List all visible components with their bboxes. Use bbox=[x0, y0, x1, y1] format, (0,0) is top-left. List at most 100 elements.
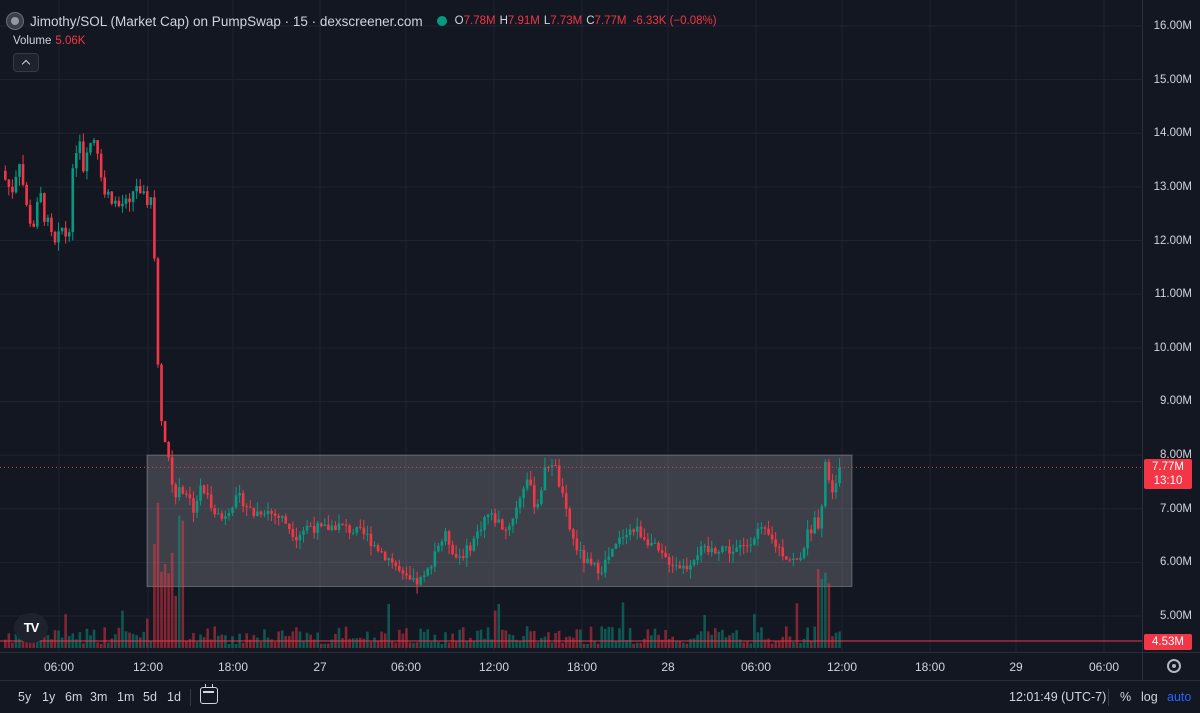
candle-body bbox=[440, 541, 444, 546]
candle-body bbox=[405, 573, 408, 576]
tradingview-logo[interactable]: TV bbox=[14, 613, 48, 643]
volume-bar bbox=[745, 640, 749, 648]
volume-bar bbox=[802, 638, 806, 648]
candle-body bbox=[35, 201, 39, 227]
range-button-1d[interactable]: 1d bbox=[167, 690, 181, 704]
candle-body bbox=[256, 511, 259, 516]
range-button-5y[interactable]: 5y bbox=[18, 690, 31, 704]
volume-bar bbox=[305, 632, 309, 648]
candle-body bbox=[170, 457, 174, 485]
volume-bar bbox=[11, 642, 14, 648]
price-tick-label: 15.00M bbox=[1153, 73, 1192, 86]
candle-body bbox=[202, 485, 206, 494]
chart-area[interactable] bbox=[0, 0, 1142, 652]
volume-bar bbox=[518, 641, 522, 648]
gear-icon[interactable] bbox=[1167, 659, 1181, 673]
range-button-3m[interactable]: 3m bbox=[90, 690, 107, 704]
candlestick-chart[interactable] bbox=[0, 0, 1142, 652]
candle-body bbox=[490, 513, 493, 515]
candle-body bbox=[185, 493, 188, 495]
volume-bar bbox=[124, 631, 128, 648]
volume-bar bbox=[461, 627, 465, 648]
volume-bar bbox=[302, 640, 305, 648]
volume-bar bbox=[273, 642, 277, 648]
candle-body bbox=[277, 515, 280, 518]
range-button-5d[interactable]: 5d bbox=[143, 690, 157, 704]
volume-bar bbox=[614, 640, 618, 648]
collapse-legend-button[interactable] bbox=[13, 53, 39, 72]
log-scale-button[interactable]: log bbox=[1141, 690, 1158, 704]
volume-bar bbox=[550, 642, 554, 648]
candle-body bbox=[64, 227, 67, 237]
calendar-icon[interactable] bbox=[200, 684, 218, 704]
volume-legend-value: 5.06K bbox=[55, 35, 86, 47]
range-button-6m[interactable]: 6m bbox=[65, 690, 82, 704]
candle-body bbox=[231, 507, 234, 514]
candle-body bbox=[678, 565, 682, 569]
volume-bar bbox=[398, 629, 401, 648]
volume-bar bbox=[430, 641, 433, 648]
candle-body bbox=[469, 545, 472, 551]
price-tick-label: 16.00M bbox=[1153, 20, 1192, 32]
volume-bar bbox=[227, 643, 231, 648]
candle-body bbox=[89, 143, 92, 153]
price-axis[interactable]: 16.00M 15.00M 14.00M 13.00M 12.00M 11.00M 10.0… bbox=[1142, 0, 1200, 652]
price-tick-label: 13.00M bbox=[1153, 180, 1192, 193]
volume-bar bbox=[756, 632, 760, 648]
volume-bar bbox=[504, 630, 508, 648]
symbol-title[interactable]: Jimothy/SOL (Market Cap) on PumpSwap · 1… bbox=[30, 14, 423, 29]
volume-bar bbox=[170, 552, 174, 648]
auto-scale-button[interactable]: auto bbox=[1167, 690, 1191, 704]
candle-body bbox=[78, 141, 82, 154]
volume-bar bbox=[469, 637, 472, 648]
candle-body bbox=[241, 493, 245, 507]
range-button-1y[interactable]: 1y bbox=[42, 690, 55, 704]
candle-body bbox=[650, 543, 653, 546]
time-tick-label: 06:00 bbox=[740, 660, 772, 674]
candle-body bbox=[628, 529, 632, 536]
time-tick-label: 12:00 bbox=[478, 660, 510, 674]
candle-body bbox=[220, 513, 224, 519]
axis-settings[interactable] bbox=[1142, 652, 1200, 680]
candle-body bbox=[717, 551, 721, 554]
volume-bar bbox=[241, 642, 245, 648]
volume-bar bbox=[671, 636, 674, 648]
candle-body bbox=[689, 565, 692, 570]
clock-timezone[interactable]: 12:01:49 (UTC-7) bbox=[1009, 690, 1106, 704]
volume-bar bbox=[142, 631, 146, 648]
candle-body bbox=[540, 490, 543, 505]
volume-bar bbox=[777, 640, 781, 648]
volume-bar bbox=[110, 638, 114, 648]
candle-body bbox=[259, 511, 263, 515]
volume-bar bbox=[813, 626, 816, 648]
volume-bar bbox=[405, 628, 408, 648]
candle-body bbox=[153, 197, 156, 259]
volume-bar bbox=[682, 642, 685, 648]
volume-bar bbox=[628, 627, 632, 648]
candle-body bbox=[511, 518, 515, 526]
candle-body bbox=[213, 508, 217, 515]
candle-body bbox=[770, 534, 774, 540]
candle-body bbox=[82, 141, 85, 172]
time-axis[interactable]: 06:00 12:00 18:00 27 06:00 12:00 18:00 28 06:00 1… bbox=[0, 652, 1142, 680]
volume-bar bbox=[831, 636, 834, 648]
percent-scale-button[interactable]: % bbox=[1120, 690, 1131, 704]
volume-bar bbox=[564, 637, 568, 648]
range-button-1m[interactable]: 1m bbox=[117, 690, 134, 704]
candle-body bbox=[813, 517, 816, 534]
volume-bar bbox=[415, 642, 419, 648]
candle-body bbox=[359, 526, 362, 528]
volume-bar bbox=[809, 640, 813, 648]
volume-bar bbox=[483, 638, 486, 648]
candle-body bbox=[461, 556, 465, 559]
current-price-label: 7.77M 13:10 bbox=[1144, 459, 1192, 489]
candle-body bbox=[376, 545, 380, 552]
volume-bar bbox=[277, 631, 280, 648]
candle-body bbox=[85, 152, 89, 172]
candle-body bbox=[767, 528, 770, 535]
candle-body bbox=[497, 519, 501, 523]
ohlc-change-value: -6.33K (−0.08%) bbox=[632, 15, 717, 27]
volume-bar bbox=[177, 515, 181, 648]
volume-bar bbox=[295, 627, 298, 648]
candle-body bbox=[593, 562, 596, 565]
